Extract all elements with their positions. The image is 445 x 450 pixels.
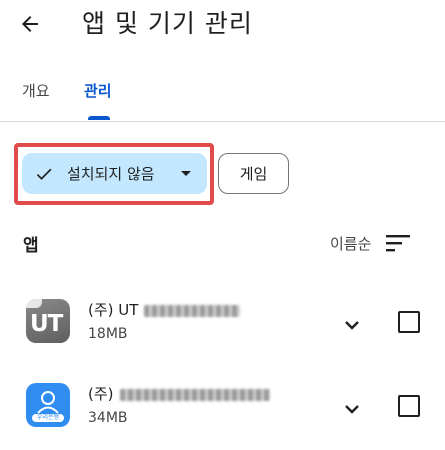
app-name-visible: (주) [88,385,114,403]
app-size: 34MB [88,410,128,426]
not-installed-chip-label: 설치되지 않음 [67,165,155,183]
app-name: (주) [88,383,270,404]
ut-app-icon: UT [26,299,70,343]
app-select-checkbox[interactable] [398,395,420,417]
redacted-text [119,388,270,401]
app-size: 18MB [88,326,128,342]
tab-divider [0,121,445,122]
arrow-left-icon [22,16,38,32]
apps-section-title: 앱 [23,236,39,256]
sort-label: 이름순 [330,234,372,253]
chevron-down-icon[interactable] [338,311,366,339]
tab-bar: 개요 관리 [0,74,445,122]
sort-button[interactable]: 이름순 [330,228,411,258]
top-app-bar: 앱 및 기기 관리 [0,0,445,50]
back-button[interactable] [12,6,48,42]
redacted-text [144,304,241,317]
chevron-down-icon[interactable] [338,395,366,423]
app-list-item[interactable]: 우리은행 (주) 34MB [0,381,445,441]
page-title: 앱 및 기기 관리 [82,9,253,38]
app-list-item[interactable]: UT (주) UT 18MB [0,297,445,357]
ut-icon-text: UT [30,311,63,337]
not-installed-filter-chip[interactable]: 설치되지 않음 [22,153,207,194]
tab-overview[interactable]: 개요 [22,80,50,101]
app-name-visible: (주) UT [88,301,139,319]
dropdown-arrow-icon [181,171,191,176]
active-tab-indicator [88,116,110,120]
woori-bank-app-icon: 우리은행 [26,383,70,427]
app-select-checkbox[interactable] [398,311,420,333]
games-filter-chip[interactable]: 게임 [218,153,289,194]
check-icon [36,168,52,180]
tab-manage[interactable]: 관리 [84,80,112,101]
bank-icon-label: 우리은행 [32,414,64,422]
icon-corner-tag [26,299,42,308]
app-name: (주) UT [88,299,241,320]
sort-lines-icon [386,235,411,252]
app-device-manager-screen: 앱 및 기기 관리 개요 관리 설치되지 않음 게임 앱 이름순 UT (주) … [0,0,445,450]
